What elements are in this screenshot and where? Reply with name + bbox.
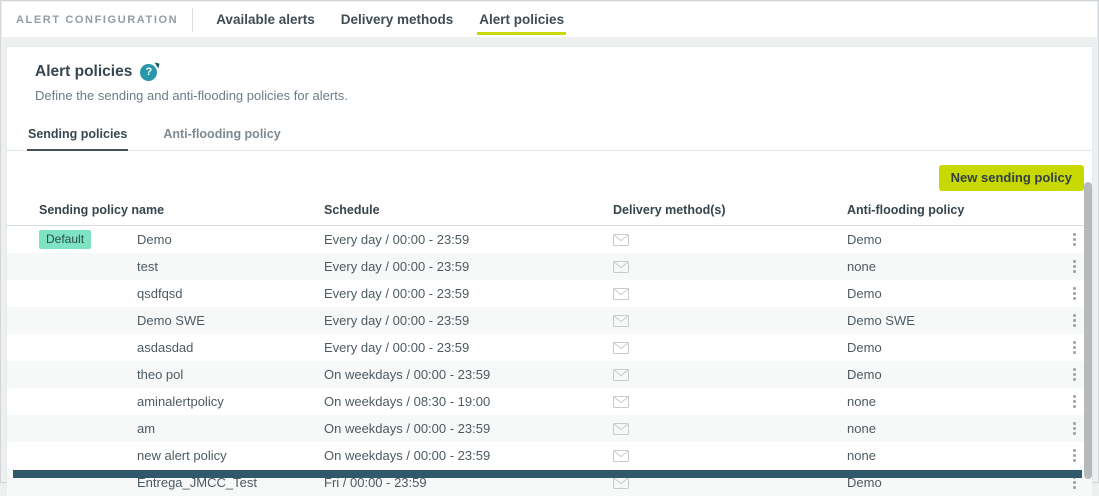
anti-flooding-policy: none bbox=[847, 259, 876, 274]
column-delivery-methods: Delivery method(s) bbox=[613, 203, 726, 217]
sending-policies-table: Sending policy name Schedule Delivery me… bbox=[7, 203, 1092, 496]
kebab-menu-icon[interactable] bbox=[1070, 365, 1079, 384]
default-badge: Default bbox=[39, 230, 92, 249]
tab-delivery-methods[interactable]: Delivery methods bbox=[339, 2, 456, 37]
anti-flooding-policy: none bbox=[847, 448, 876, 463]
table-row[interactable]: qsdfqsd Every day / 00:00 - 23:59 Demo bbox=[7, 280, 1092, 307]
policy-schedule: On weekdays / 00:00 - 23:59 bbox=[324, 421, 491, 436]
table-row[interactable]: Demo SWE Every day / 00:00 - 23:59 Demo … bbox=[7, 307, 1092, 334]
policy-name: theo pol bbox=[137, 367, 184, 382]
policy-name: aminalertpolicy bbox=[137, 394, 224, 409]
kebab-menu-icon[interactable] bbox=[1070, 392, 1079, 411]
email-envelope-icon bbox=[613, 287, 847, 300]
policy-schedule: Every day / 00:00 - 23:59 bbox=[324, 313, 470, 328]
email-envelope-icon bbox=[613, 422, 847, 435]
column-schedule: Schedule bbox=[324, 203, 380, 217]
policy-name: asdasdad bbox=[137, 340, 194, 355]
new-sending-policy-button[interactable]: New sending policy bbox=[938, 165, 1084, 191]
vertical-scrollbar-thumb[interactable] bbox=[1084, 182, 1092, 479]
email-envelope-icon bbox=[613, 341, 847, 354]
table-row[interactable]: test Every day / 00:00 - 23:59 none bbox=[7, 253, 1092, 280]
anti-flooding-policy: Demo bbox=[847, 367, 882, 382]
policy-name: test bbox=[137, 259, 158, 274]
kebab-menu-icon[interactable] bbox=[1070, 311, 1079, 330]
policy-schedule: Every day / 00:00 - 23:59 bbox=[324, 259, 470, 274]
policy-name: Demo bbox=[137, 232, 172, 247]
anti-flooding-policy: Demo bbox=[847, 340, 882, 355]
kebab-menu-icon[interactable] bbox=[1070, 419, 1079, 438]
policy-schedule: Every day / 00:00 - 23:59 bbox=[324, 232, 470, 247]
policy-name: new alert policy bbox=[137, 448, 227, 463]
kebab-menu-icon[interactable] bbox=[1070, 446, 1079, 465]
anti-flooding-policy: Demo bbox=[847, 232, 882, 247]
app-section-label: ALERT CONFIGURATION bbox=[16, 13, 179, 26]
table-header-row: Sending policy name Schedule Delivery me… bbox=[7, 203, 1092, 226]
kebab-menu-icon[interactable] bbox=[1070, 230, 1079, 249]
policy-name: Demo SWE bbox=[137, 313, 205, 328]
table-row[interactable]: aminalertpolicy On weekdays / 08:30 - 19… bbox=[7, 388, 1092, 415]
header-divider bbox=[192, 7, 194, 32]
toolbar: New sending policy bbox=[7, 151, 1092, 191]
table-row[interactable]: theo pol On weekdays / 00:00 - 23:59 Dem… bbox=[7, 361, 1092, 388]
anti-flooding-policy: Demo bbox=[847, 286, 882, 301]
column-sending-policy-name: Sending policy name bbox=[39, 203, 165, 217]
tab-available-alerts[interactable]: Available alerts bbox=[214, 2, 317, 37]
anti-flooding-policy: none bbox=[847, 394, 876, 409]
policy-name: qsdfqsd bbox=[137, 286, 183, 301]
anti-flooding-policy: Demo SWE bbox=[847, 313, 915, 328]
table-body: Default Demo Every day / 00:00 - 23:59 D… bbox=[7, 226, 1092, 496]
table-row[interactable]: new alert policy On weekdays / 00:00 - 2… bbox=[7, 442, 1092, 469]
policy-schedule: On weekdays / 08:30 - 19:00 bbox=[324, 394, 491, 409]
kebab-menu-icon[interactable] bbox=[1070, 257, 1079, 276]
email-envelope-icon bbox=[613, 395, 847, 408]
page-title: Alert policies bbox=[35, 63, 133, 80]
help-question-icon[interactable]: ? bbox=[140, 63, 158, 81]
policy-schedule: On weekdays / 00:00 - 23:59 bbox=[324, 448, 491, 463]
top-header: ALERT CONFIGURATION Available alerts Del… bbox=[2, 2, 1097, 37]
anti-flooding-policy: none bbox=[847, 421, 876, 436]
email-envelope-icon bbox=[613, 368, 847, 381]
subtab-bar: Sending policies Anti-flooding policy bbox=[7, 123, 1092, 151]
email-envelope-icon bbox=[613, 314, 847, 327]
page-subtitle: Define the sending and anti-flooding pol… bbox=[35, 88, 348, 103]
column-anti-flooding-policy: Anti-flooding policy bbox=[847, 203, 965, 217]
kebab-menu-icon[interactable] bbox=[1070, 338, 1079, 357]
email-envelope-icon bbox=[613, 260, 847, 273]
window-frame: ALERT CONFIGURATION Available alerts Del… bbox=[0, 0, 1099, 496]
tab-alert-policies[interactable]: Alert policies bbox=[477, 2, 566, 37]
policy-schedule: Every day / 00:00 - 23:59 bbox=[324, 340, 470, 355]
kebab-menu-icon[interactable] bbox=[1070, 284, 1079, 303]
policy-schedule: On weekdays / 00:00 - 23:59 bbox=[324, 367, 491, 382]
main-tab-bar: Available alerts Delivery methods Alert … bbox=[203, 2, 577, 37]
bottom-bar bbox=[13, 470, 1082, 478]
email-envelope-icon bbox=[613, 233, 847, 246]
content-panel: Alert policies ? Define the sending and … bbox=[6, 46, 1093, 496]
email-envelope-icon bbox=[613, 449, 847, 462]
table-row[interactable]: Default Demo Every day / 00:00 - 23:59 D… bbox=[7, 226, 1092, 253]
subtab-anti-flooding-policy[interactable]: Anti-flooding policy bbox=[162, 123, 281, 150]
subtab-sending-policies[interactable]: Sending policies bbox=[27, 123, 129, 151]
page-header: Alert policies ? Define the sending and … bbox=[7, 47, 1092, 103]
policy-schedule: Every day / 00:00 - 23:59 bbox=[324, 286, 470, 301]
table-row[interactable]: asdasdad Every day / 00:00 - 23:59 Demo bbox=[7, 334, 1092, 361]
table-row[interactable]: am On weekdays / 00:00 - 23:59 none bbox=[7, 415, 1092, 442]
policy-name: am bbox=[137, 421, 156, 436]
